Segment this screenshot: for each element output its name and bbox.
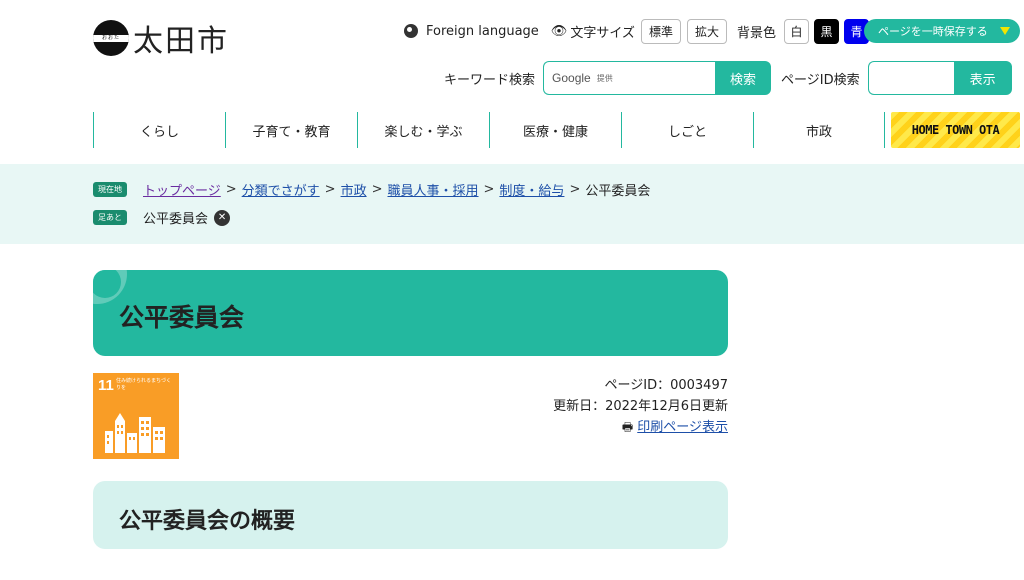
print-row: 🖶 印刷ページ表示 [553, 417, 728, 438]
bg-black-button[interactable]: 黒 [813, 18, 839, 44]
nav-item-iryo[interactable]: 医療・健康 [489, 112, 621, 148]
keyword-search-input[interactable]: Google 提供 [543, 61, 716, 95]
utility-bar: Foreign language 👁 文字サイズ 標準 拡大 背景色 白 黒 青 [404, 18, 869, 44]
breadcrumb-link-personnel[interactable]: 職員人事・採用 [388, 180, 479, 199]
search-row: キーワード検索 Google 提供 検索 ページID検索 表示 [444, 61, 1012, 95]
nav-item-shisei[interactable]: 市政 [753, 112, 885, 148]
breadcrumb-link-shisei[interactable]: 市政 [341, 180, 367, 199]
sdg-11-badge: 11 住み続けられるまちづくりを [93, 373, 179, 459]
site-logo[interactable]: おおた 太田市 [93, 16, 229, 60]
history-tag: 足あと [93, 210, 127, 225]
current-location-tag: 現在地 [93, 182, 127, 197]
global-nav: くらし 子育て・教育 楽しむ・学ぶ 医療・健康 しごと 市政 [93, 112, 885, 148]
save-page-label: ページを一時保存する [878, 25, 988, 38]
breadcrumb: 現在地 トップページ > 分類でさがす > 市政 > 職員人事・採用 > 制度・… [93, 180, 650, 199]
breadcrumb-separator: > [225, 182, 237, 197]
triangle-down-icon [1000, 27, 1010, 35]
hometown-ota-banner[interactable]: HOME TOWN OTA [891, 112, 1020, 148]
breadcrumb-area [0, 164, 1024, 244]
page-id: ページID：0003497 [604, 378, 728, 393]
breadcrumb-separator: > [569, 182, 581, 197]
text-size-large-button[interactable]: 拡大 [686, 18, 727, 44]
nav-item-kosodate[interactable]: 子育て・教育 [225, 112, 357, 148]
sdg-text: 住み続けられるまちづくりを [116, 378, 172, 391]
bg-color-label: 背景色 [736, 25, 776, 41]
breadcrumb-link-system[interactable]: 制度・給与 [499, 180, 564, 199]
breadcrumb-separator: > [483, 182, 495, 197]
logo-small-text: おおた [101, 35, 120, 41]
text-size-standard-button[interactable]: 標準 [640, 18, 681, 44]
nav-item-kurashi[interactable]: くらし [93, 112, 225, 148]
page-id-input[interactable] [867, 61, 954, 95]
logo-text: 太田市 [133, 24, 229, 59]
close-icon[interactable]: ✕ [214, 209, 231, 226]
history-item[interactable]: 公平委員会 [143, 208, 208, 227]
nav-item-tanoshimu[interactable]: 楽しむ・学ぶ [357, 112, 489, 148]
bg-white-button[interactable]: 白 [783, 18, 809, 44]
logo-mark-icon: おおた [93, 20, 129, 56]
breadcrumb-separator: > [371, 182, 383, 197]
google-logo: Google [552, 71, 591, 85]
page-id-display-button[interactable]: 表示 [953, 61, 1012, 95]
eye-icon: 👁 [550, 23, 568, 39]
page-title-box: 公平委員会 [93, 270, 728, 356]
save-page-button[interactable]: ページを一時保存する [864, 19, 1020, 43]
page-id-search-label: ページID検索 [781, 72, 860, 88]
keyword-search-button[interactable]: 検索 [715, 61, 772, 95]
breadcrumb-link-top[interactable]: トップページ [143, 180, 221, 199]
print-page-link[interactable]: 印刷ページ表示 [637, 417, 728, 438]
page-meta: ページID：0003497 更新日：2022年12月6日更新 🖶 印刷ページ表示 [553, 375, 728, 438]
page-title: 公平委員会 [119, 303, 245, 332]
breadcrumb-separator: > [324, 182, 336, 197]
text-size-label: 文字サイズ [570, 25, 635, 41]
city-buildings-icon [105, 413, 165, 453]
keyword-search-label: キーワード検索 [444, 72, 536, 88]
nav-item-shigoto[interactable]: しごと [621, 112, 753, 148]
sdg-number: 11 [98, 377, 114, 394]
section-heading-box: 公平委員会の概要 [93, 481, 728, 549]
breadcrumb-link-category[interactable]: 分類でさがす [242, 180, 320, 199]
updated-date: 更新日：2022年12月6日更新 [553, 399, 728, 414]
google-provided-label: 提供 [596, 73, 613, 83]
section-title: 公平委員会の概要 [119, 509, 296, 534]
globe-icon [404, 24, 418, 38]
history-trail: 足あと 公平委員会 ✕ [93, 208, 231, 227]
foreign-language-link[interactable]: Foreign language [426, 24, 539, 39]
printer-icon: 🖶 [621, 420, 634, 434]
breadcrumb-current: 公平委員会 [585, 184, 651, 199]
